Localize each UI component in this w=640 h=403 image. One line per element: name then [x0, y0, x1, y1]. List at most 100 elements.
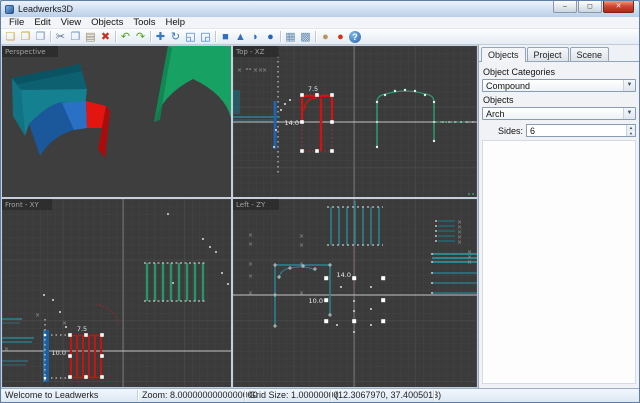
svg-text:×: ×: [237, 67, 242, 74]
move-icon[interactable]: ✚: [153, 30, 168, 44]
edge-tool-icon[interactable]: ▩: [298, 30, 313, 44]
svg-text:Perspective: Perspective: [5, 48, 46, 56]
chevron-down-icon[interactable]: ▼: [623, 80, 635, 91]
menu-tools[interactable]: Tools: [128, 17, 160, 28]
svg-text:×: ×: [299, 233, 304, 240]
cut-icon[interactable]: ✂: [53, 30, 68, 44]
svg-text:×: ×: [299, 242, 304, 249]
menu-file[interactable]: File: [4, 17, 29, 28]
svg-text:×: ×: [62, 320, 67, 327]
svg-text:×: ×: [467, 259, 472, 266]
select-icon[interactable]: ◲: [198, 30, 213, 44]
menu-objects[interactable]: Objects: [86, 17, 128, 28]
toolbar-separator: [150, 31, 151, 42]
svg-text:×: ×: [299, 290, 304, 297]
rotate-icon[interactable]: ↻: [168, 30, 183, 44]
help-icon[interactable]: ?: [349, 31, 361, 43]
dimension-label-height: 14.0: [285, 119, 299, 127]
svg-text:×: ×: [248, 290, 253, 297]
dimension-label-width: 14.0: [337, 271, 351, 279]
dimension-label-height: 10.0: [309, 297, 323, 305]
status-separator: [330, 390, 331, 401]
panel-tabs: Objects Project Scene: [479, 45, 639, 61]
viewport-splitter-horizontal[interactable]: [1, 197, 478, 199]
dimension-label-width: 7.5: [77, 325, 87, 333]
undo-icon[interactable]: ↶: [118, 30, 133, 44]
menu-bar: File Edit View Objects Tools Help: [1, 17, 639, 29]
toolbar-separator: [50, 31, 51, 42]
status-separator: [244, 390, 245, 401]
chevron-down-icon[interactable]: ▼: [623, 108, 635, 119]
object-categories-dropdown[interactable]: Compound ▼: [482, 79, 636, 92]
vertex-tool-icon[interactable]: ▦: [283, 30, 298, 44]
status-grid-size: Grid Size: 1.00000000: [249, 390, 339, 400]
svg-text:×: ×: [4, 346, 9, 353]
sides-value[interactable]: 6: [527, 125, 626, 136]
svg-text:×: ×: [262, 67, 267, 74]
status-message: Welcome to Leadwerks: [5, 390, 98, 400]
object-categories-label: Object Categories: [483, 67, 635, 77]
scale-icon[interactable]: ◱: [183, 30, 198, 44]
perspective-viewport-canvas[interactable]: Perspective: [2, 46, 231, 197]
viewport-label: Top - XZ: [233, 46, 279, 57]
objects-tab-page: Object Categories Compound ▼ Objects Arc…: [479, 61, 639, 388]
redo-icon[interactable]: ↷: [133, 30, 148, 44]
toolbar-separator: [280, 31, 281, 42]
maximize-button[interactable]: ◻: [578, 1, 602, 13]
side-panel: Objects Project Scene Object Categories …: [478, 45, 639, 388]
objects-label: Objects: [483, 95, 635, 105]
status-separator: [137, 390, 138, 401]
tab-objects[interactable]: Objects: [481, 47, 526, 62]
tab-scene[interactable]: Scene: [570, 47, 610, 61]
menu-edit[interactable]: Edit: [29, 17, 55, 28]
svg-text:×: ×: [248, 261, 253, 268]
open-folder-icon[interactable]: ❒: [18, 30, 33, 44]
objects-value: Arch: [483, 109, 505, 119]
app-icon: [5, 5, 14, 14]
sides-stepper[interactable]: 6 ▲ ▼: [526, 124, 636, 137]
sides-row: Sides: 6 ▲ ▼: [482, 124, 636, 137]
svg-text:×: ×: [248, 273, 253, 280]
close-button[interactable]: ✕: [603, 1, 634, 13]
work-area: Perspective ×: [1, 45, 639, 388]
paste-icon[interactable]: ▤: [83, 30, 98, 44]
copy-icon[interactable]: ❐: [68, 30, 83, 44]
menu-help[interactable]: Help: [161, 17, 191, 28]
left-zy-viewport-canvas[interactable]: × × × × × × × × × 14.0 10.0: [233, 199, 477, 387]
title-bar[interactable]: Leadwerks3D – ◻ ✕: [1, 1, 639, 17]
save-icon[interactable]: ❐: [33, 30, 48, 44]
tab-project[interactable]: Project: [527, 47, 569, 61]
object-categories-value: Compound: [483, 81, 530, 91]
app-window: Leadwerks3D – ◻ ✕ File Edit View Objects…: [0, 0, 640, 403]
toolbar-separator: [115, 31, 116, 42]
svg-text:×: ×: [457, 239, 462, 246]
svg-text:Top - XZ: Top - XZ: [235, 48, 265, 56]
svg-text:×: ×: [248, 232, 253, 239]
delete-icon[interactable]: ✖: [98, 30, 113, 44]
window-title: Leadwerks3D: [18, 4, 73, 14]
top-xz-viewport-canvas[interactable]: × ×××: [233, 46, 477, 197]
toolbar-separator: [315, 31, 316, 42]
material-icon[interactable]: ●: [333, 30, 348, 44]
cube-icon[interactable]: ■: [218, 30, 233, 44]
viewport-label: Left - ZY: [233, 199, 279, 210]
sphere-icon[interactable]: ●: [263, 30, 278, 44]
viewport-grid: Perspective ×: [1, 45, 478, 388]
sides-label: Sides:: [482, 126, 526, 136]
objects-dropdown[interactable]: Arch ▼: [482, 107, 636, 120]
viewport-splitter-vertical[interactable]: [231, 45, 233, 388]
svg-text:×: ×: [299, 261, 304, 268]
wedge-icon[interactable]: ◗: [248, 30, 263, 44]
spin-down-icon[interactable]: ▼: [627, 131, 635, 137]
menu-view[interactable]: View: [56, 17, 86, 28]
status-coordinates: (12.3067970, 37.4005013): [335, 390, 441, 400]
cone-icon[interactable]: ▲: [233, 30, 248, 44]
svg-text:Front - XY: Front - XY: [5, 201, 39, 209]
toolbar-separator: [215, 31, 216, 42]
status-bar: Welcome to Leadwerks Zoom: 8.00000000000…: [1, 388, 639, 402]
front-xy-viewport-canvas[interactable]: ×××: [2, 199, 231, 387]
new-file-icon[interactable]: ❏: [3, 30, 18, 44]
terrain-icon[interactable]: ●: [318, 30, 333, 44]
minimize-button[interactable]: –: [553, 1, 577, 13]
svg-text:Left - ZY: Left - ZY: [236, 201, 266, 209]
